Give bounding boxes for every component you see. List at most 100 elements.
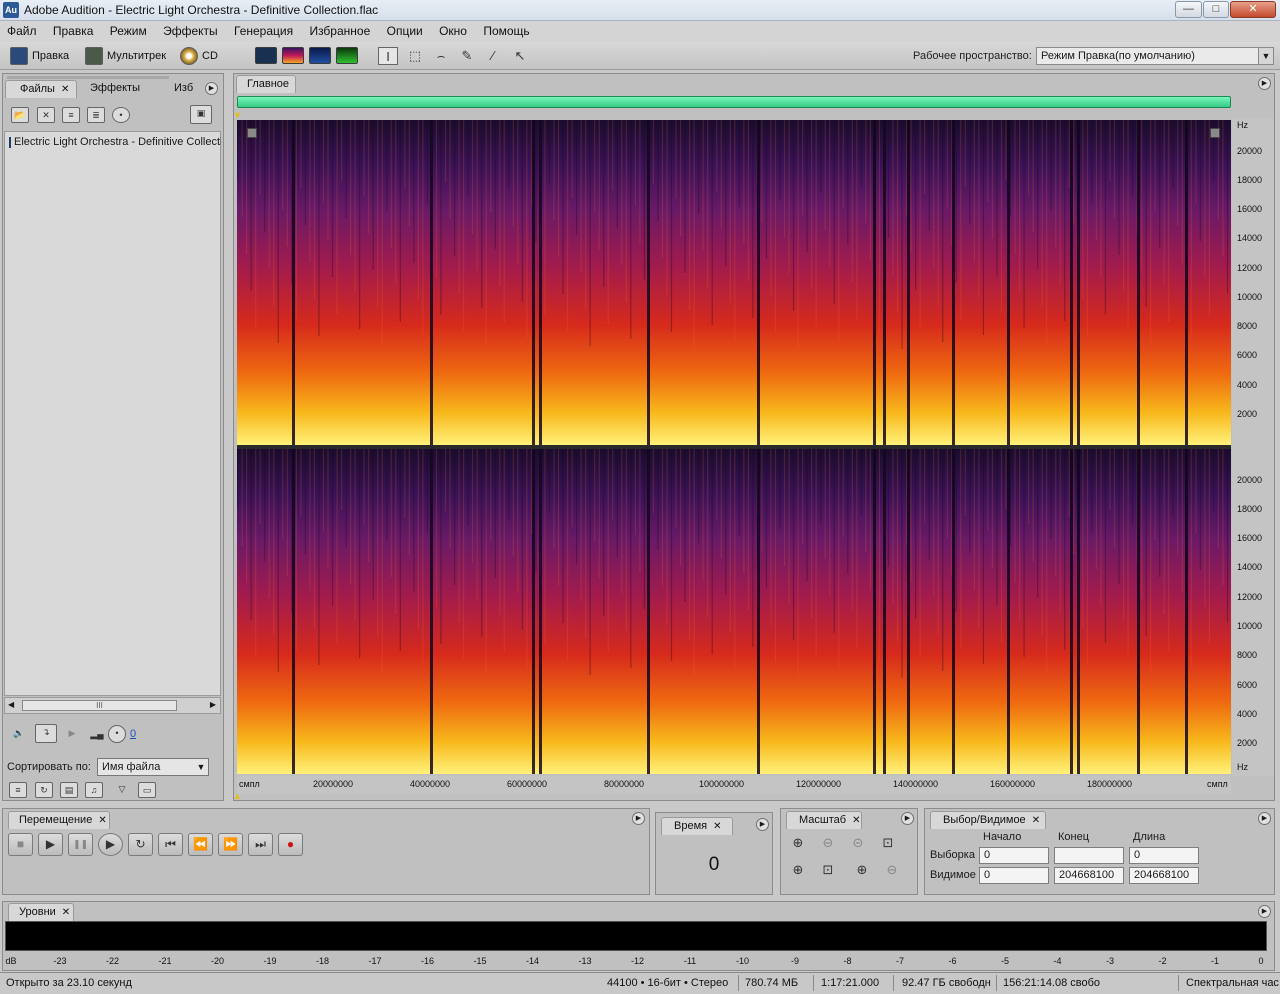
tab-selection-view[interactable]: Выбор/Видимое ✕ — [930, 811, 1046, 829]
sort-select[interactable]: Имя файла ▼ — [97, 758, 209, 776]
spectrogram-right-channel[interactable] — [237, 449, 1231, 774]
edit-view-button[interactable]: Правка — [10, 46, 69, 66]
tab-files[interactable]: Файлы ✕ — [5, 80, 77, 98]
panel-menu-icon[interactable]: ▶ — [1258, 905, 1271, 918]
refresh-icon[interactable]: ↻ — [35, 782, 53, 798]
speaker-icon[interactable]: 🔈 — [10, 726, 28, 742]
zoom-to-right-icon[interactable]: ⊡ — [819, 863, 837, 879]
panel-menu-icon[interactable]: ▶ — [205, 82, 218, 95]
folder-icon[interactable]: ▭ — [138, 782, 156, 798]
close-file-icon[interactable]: ✕ — [37, 107, 55, 123]
close-icon[interactable]: ✕ — [713, 821, 721, 832]
selection-length-field[interactable]: 0 — [1129, 847, 1199, 864]
expand-icon[interactable] — [247, 128, 257, 138]
waveform-thumb-icon[interactable]: ≡ — [9, 782, 27, 798]
play-button[interactable]: ▶ — [38, 833, 63, 856]
scroll-right-icon[interactable]: ▶ — [210, 700, 216, 709]
zoom-out-frequency-icon[interactable]: ⊖ — [883, 863, 901, 879]
menu-generate[interactable]: Генерация — [227, 21, 299, 42]
panel-menu-icon[interactable]: ▶ — [1258, 812, 1271, 825]
pause-button[interactable]: ❚❚ — [68, 833, 93, 856]
panel-menu-icon[interactable]: ▶ — [901, 812, 914, 825]
loop-icon[interactable]: ↴ — [35, 724, 57, 743]
cd-view-button[interactable]: CD — [180, 46, 218, 66]
view-start-field[interactable]: 0 — [979, 867, 1049, 884]
start-marker-icon[interactable]: ▼ — [233, 110, 242, 120]
zoom-full-icon[interactable]: ⊝ — [849, 836, 867, 852]
zoom-selection-icon[interactable]: ⊡ — [879, 836, 897, 852]
panel-menu-icon[interactable]: ▶ — [1258, 77, 1271, 90]
end-marker-icon[interactable]: ▲ — [233, 791, 242, 801]
selection-end-field[interactable] — [1054, 847, 1124, 864]
rewind-button[interactable]: ⏪ — [188, 833, 213, 856]
marquee-tool-icon[interactable]: ⬚ — [405, 47, 425, 65]
menu-favorites[interactable]: Избранное — [302, 21, 376, 42]
tab-favorites[interactable]: Изб — [174, 80, 196, 98]
menu-view[interactable]: Режим — [103, 21, 153, 42]
overview-bar[interactable] — [237, 96, 1231, 108]
record-button[interactable]: ● — [278, 833, 303, 856]
go-to-start-button[interactable]: ⏮ — [158, 833, 183, 856]
show-all-icon[interactable]: ▣ — [190, 105, 212, 124]
menu-file[interactable]: Файл — [0, 21, 43, 42]
minimize-button[interactable]: — — [1175, 1, 1202, 18]
files-horizontal-scrollbar[interactable]: ◀ III ▶ — [4, 697, 221, 714]
auto-play-icon[interactable]: • — [112, 107, 130, 123]
tab-levels[interactable]: Уровни ✕ — [8, 903, 74, 921]
zoom-to-left-icon[interactable]: ⊕ — [789, 863, 807, 879]
time-selection-tool-icon[interactable]: I — [378, 47, 398, 65]
selection-start-field[interactable]: 0 — [979, 847, 1049, 864]
close-icon[interactable]: ✕ — [98, 815, 106, 826]
zoom-out-amplitude-icon[interactable]: ⊖ — [819, 836, 837, 852]
scrollbar-thumb[interactable]: III — [22, 700, 177, 711]
tab-transport[interactable]: Перемещение ✕ — [8, 811, 110, 829]
close-icon[interactable]: ✕ — [852, 815, 860, 826]
menu-options[interactable]: Опции — [380, 21, 429, 42]
stop-button[interactable]: ■ — [8, 833, 33, 856]
scroll-left-icon[interactable]: ◀ — [8, 700, 14, 709]
video-icon[interactable]: ▤ — [60, 782, 78, 798]
tab-main[interactable]: Главное — [236, 75, 296, 93]
open-file-icon[interactable]: 📂 — [11, 107, 29, 123]
volume-value[interactable]: 0 — [130, 728, 136, 740]
menu-help[interactable]: Помощь — [476, 21, 535, 42]
spectral-view-icon[interactable] — [282, 47, 304, 64]
fast-forward-button[interactable]: ⏩ — [218, 833, 243, 856]
close-button[interactable]: ✕ — [1230, 1, 1276, 18]
view-end-field[interactable]: 204668100 — [1054, 867, 1124, 884]
zoom-in-amplitude-icon[interactable]: ⊕ — [789, 836, 807, 852]
view-length-field[interactable]: 204668100 — [1129, 867, 1199, 884]
insert-multitrack-icon[interactable]: ≡ — [62, 107, 80, 123]
hybrid-tool-icon[interactable]: ↖ — [510, 47, 530, 65]
insert-cd-icon[interactable]: ≣ — [87, 107, 105, 123]
music-icon[interactable]: ♫ — [85, 782, 103, 798]
phase-view-icon[interactable] — [336, 47, 358, 64]
tab-effects[interactable]: Эффекты — [90, 80, 160, 98]
spectrogram-left-channel[interactable] — [237, 120, 1231, 445]
menu-window[interactable]: Окно — [432, 21, 473, 42]
lasso-tool-icon[interactable]: ⌢ — [431, 47, 451, 65]
close-icon[interactable]: ✕ — [62, 907, 70, 918]
loop-play-button[interactable]: ↻ — [128, 833, 153, 856]
volume-knob-icon[interactable]: • — [108, 725, 126, 743]
zoom-in-frequency-icon[interactable]: ⊕ — [853, 863, 871, 879]
tab-time[interactable]: Время ✕ — [661, 817, 733, 835]
list-item[interactable]: Electric Light Orchestra - Definitive Co… — [9, 136, 221, 148]
play-from-cursor-button[interactable]: ▶ — [98, 833, 123, 856]
close-icon[interactable]: ✕ — [1032, 815, 1040, 826]
multitrack-view-button[interactable]: Мультитрек — [85, 46, 166, 66]
expand-icon[interactable] — [1210, 128, 1220, 138]
panel-menu-icon[interactable]: ▶ — [632, 812, 645, 825]
brush-tool-icon[interactable]: ✎ — [457, 47, 477, 65]
menu-effects[interactable]: Эффекты — [156, 21, 224, 42]
close-icon[interactable]: ✕ — [61, 84, 69, 95]
workspace-select[interactable]: Режим Правка(по умолчанию) ▼ — [1036, 47, 1274, 65]
go-to-end-button[interactable]: ⏭ — [248, 833, 273, 856]
play-icon[interactable]: ▶ — [63, 726, 81, 742]
spot-healing-tool-icon[interactable]: ∕ — [483, 47, 503, 65]
menu-edit[interactable]: Правка — [46, 21, 100, 42]
tab-zoom[interactable]: Масштаб ✕ — [786, 811, 862, 829]
waveform-view-icon[interactable] — [255, 47, 277, 64]
maximize-button[interactable]: □ — [1203, 1, 1229, 18]
panel-menu-icon[interactable]: ▶ — [756, 818, 769, 831]
